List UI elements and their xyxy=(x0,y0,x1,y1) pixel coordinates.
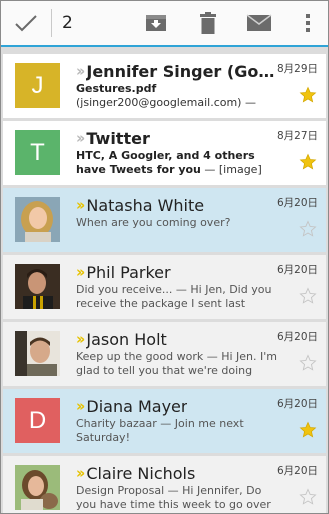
conversation-item[interactable]: J ›› Jennifer Singer (Googl… Gestures.pd… xyxy=(3,54,326,118)
sender-name: Jason Holt xyxy=(86,329,167,349)
avatar-photo[interactable] xyxy=(15,465,60,510)
selected-count: 2 xyxy=(62,13,73,33)
message-date: 6月20日 xyxy=(276,264,318,276)
message-snippet: When are you coming over? xyxy=(76,216,231,229)
conversation-item[interactable]: ›› Natasha White When are you coming ove… xyxy=(3,188,326,252)
sender-name: Twitter xyxy=(86,128,150,148)
message-date: 8月29日 xyxy=(276,63,318,75)
star-icon[interactable] xyxy=(299,153,317,171)
message-preview: Gestures.pdf (jsinger200@googlemail.com)… xyxy=(76,82,282,110)
sender-name: Natasha White xyxy=(86,195,205,215)
message-snippet: (jsinger200@googlemail.com) — I've… xyxy=(76,96,256,109)
message-snippet: Did you receive... — Hi Jen, Did you rec… xyxy=(76,283,272,310)
contextual-action-bar: 2 xyxy=(1,1,328,47)
action-bar-divider xyxy=(51,9,52,37)
avatar[interactable]: J xyxy=(15,63,60,108)
conversation-item[interactable]: D ›› Diana Mayer Charity bazaar — Join m… xyxy=(3,389,326,453)
envelope-icon xyxy=(246,14,272,31)
message-date: 8月27日 xyxy=(276,130,318,142)
archive-button[interactable] xyxy=(136,1,176,45)
gmail-screen: 2 J ›› Jennifer Singer (Googl… Gestures.… xyxy=(0,0,329,514)
sender-name: Claire Nichols xyxy=(86,463,196,483)
avatar-letter: D xyxy=(28,406,47,434)
message-date: 6月20日 xyxy=(276,197,318,209)
message-snippet: Keep up the good work — Hi Jen. I'm glad… xyxy=(76,350,277,377)
person-photo-icon xyxy=(15,264,60,309)
delete-button[interactable] xyxy=(188,1,228,45)
sender-name: Phil Parker xyxy=(86,262,171,282)
importance-marker-icon: ›› xyxy=(76,263,86,281)
avatar-photo[interactable] xyxy=(15,264,60,309)
conversation-item[interactable]: ›› Claire Nichols Design Proposal — Hi J… xyxy=(3,456,326,513)
message-subject: Gestures.pdf xyxy=(76,82,157,95)
archive-icon xyxy=(146,15,166,31)
message-date: 6月20日 xyxy=(276,398,318,410)
conversation-item[interactable]: ›› Phil Parker Did you receive... — Hi J… xyxy=(3,255,326,319)
avatar[interactable]: D xyxy=(15,398,60,443)
star-icon[interactable] xyxy=(299,421,317,439)
sender-name: Jennifer Singer (Googl… xyxy=(86,61,282,81)
star-icon[interactable] xyxy=(299,488,317,506)
importance-marker-icon: ›› xyxy=(76,464,86,482)
star-icon[interactable] xyxy=(299,220,317,238)
importance-marker-icon: ›› xyxy=(76,397,86,415)
conversation-item[interactable]: T ›› Twitter HTC, A Googler, and 4 other… xyxy=(3,121,326,185)
more-vert-icon xyxy=(306,14,310,32)
message-date: 6月20日 xyxy=(276,331,318,343)
avatar-letter: T xyxy=(30,138,45,166)
star-icon[interactable] xyxy=(299,86,317,104)
conversation-list: J ›› Jennifer Singer (Googl… Gestures.pd… xyxy=(3,54,326,513)
importance-marker-icon: ›› xyxy=(76,330,86,348)
person-photo-icon xyxy=(15,197,60,242)
sender-name: Diana Mayer xyxy=(86,396,188,416)
star-icon[interactable] xyxy=(299,287,317,305)
message-snippet: Design Proposal — Hi Jennifer, Do you ha… xyxy=(76,484,271,511)
trash-icon xyxy=(200,12,216,34)
checkmark-icon xyxy=(15,15,37,32)
person-photo-icon xyxy=(15,331,60,376)
message-snippet: Charity bazaar — Join me next Saturday! xyxy=(76,417,244,444)
avatar-photo[interactable] xyxy=(15,331,60,376)
message-preview: HTC, A Googler, and 4 others have Tweets… xyxy=(76,149,282,177)
person-photo-icon xyxy=(15,465,60,510)
avatar[interactable]: T xyxy=(15,130,60,175)
star-icon[interactable] xyxy=(299,354,317,372)
mark-unread-button[interactable] xyxy=(239,1,279,45)
importance-marker-icon: ›› xyxy=(76,62,86,80)
avatar-photo[interactable] xyxy=(15,197,60,242)
importance-marker-icon: ›› xyxy=(76,129,86,147)
conversation-item[interactable]: ›› Jason Holt Keep up the good work — Hi… xyxy=(3,322,326,386)
done-check-button[interactable] xyxy=(1,1,51,45)
importance-marker-icon: ›› xyxy=(76,196,86,214)
avatar-letter: J xyxy=(31,71,44,99)
message-date: 6月20日 xyxy=(276,465,318,477)
overflow-menu-button[interactable] xyxy=(293,1,323,45)
